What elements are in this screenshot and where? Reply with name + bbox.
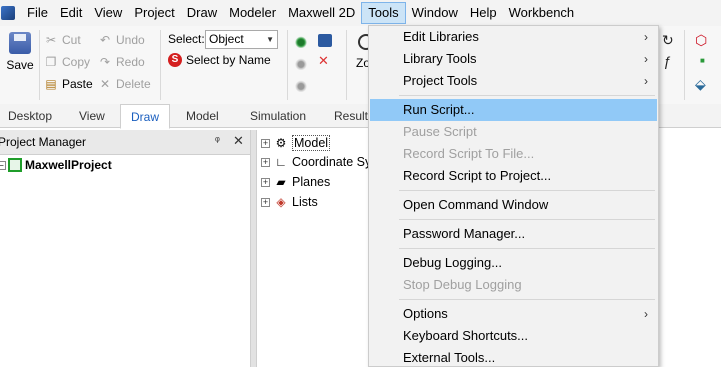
menu-separator [399,299,655,300]
tab-model[interactable]: Model [186,104,219,128]
select-mode-dropdown[interactable]: Object ▼ [205,30,278,49]
menu-tools[interactable]: Tools [361,2,406,24]
app-icon [1,6,15,20]
menu-help[interactable]: Help [464,2,503,24]
panel-title: Project Manager [0,135,87,149]
menu-window[interactable]: Window [406,2,464,24]
menu-separator [399,248,655,249]
project-tree-item[interactable]: − MaxwellProject [0,158,112,172]
menu-item-edit-libraries[interactable]: Edit Libraries › [370,26,657,48]
panel-splitter[interactable] [250,130,257,367]
menu-file[interactable]: File [21,2,54,24]
planes-icon: ▰ [276,175,286,189]
ribbon-separator [39,30,40,100]
function-icon[interactable]: ƒ [663,53,671,69]
lists-icon: ◈ [276,195,286,209]
menu-item-debug-logging[interactable]: Debug Logging... [370,252,657,274]
expand-icon[interactable]: + [261,138,270,148]
monitor-icon[interactable] [318,34,332,47]
close-icon[interactable]: ✕ [233,133,244,149]
menu-bar: File Edit View Project Draw Modeler Maxw… [0,0,721,26]
plane-icon[interactable]: ⬙ [695,76,706,93]
menu-item-library-tools[interactable]: Library Tools › [370,48,657,70]
menu-project[interactable]: Project [128,2,180,24]
tab-draw[interactable]: Draw [120,104,171,129]
undo-button[interactable]: ↶ Undo [98,30,145,50]
cut-button[interactable]: ✂ Cut [44,30,81,50]
chevron-down-icon: ▼ [266,35,274,44]
menu-workbench[interactable]: Workbench [503,2,581,24]
ribbon-separator [346,30,347,100]
clipboard-icon: ▤ [45,77,57,91]
expand-icon[interactable]: + [261,157,270,167]
axes-icon: ∟ [275,155,287,169]
box-icon[interactable]: ⬡ [695,32,707,49]
expand-icon[interactable]: + [261,177,270,187]
menu-item-password-manager[interactable]: Password Manager... [370,223,657,245]
menu-draw[interactable]: Draw [181,2,223,24]
tab-result[interactable]: Result [334,104,368,128]
delete-icon: ✕ [99,77,111,91]
menu-item-record-script-to-project[interactable]: Record Script to Project... [370,165,657,187]
menu-item-external-tools[interactable]: External Tools... [370,347,657,367]
ribbon-separator [287,30,288,100]
tree-item-lists[interactable]: + ◈ Lists [261,195,318,209]
copy-icon: ❐ [45,55,57,69]
menu-view[interactable]: View [88,2,128,24]
rotate-icon[interactable]: ↻ [662,32,674,49]
ribbon-separator [160,30,161,100]
paste-button[interactable]: ▤ Paste [44,74,92,94]
tools-menu-dropdown: Edit Libraries › Library Tools › Project T… [368,25,659,367]
model-icon: ⚙ [275,136,287,150]
undo-icon: ↶ [99,33,111,47]
copy-button[interactable]: ❐ Copy [44,52,90,72]
save-icon [9,32,31,54]
save-label: Save [6,58,34,72]
chevron-right-icon: › [644,30,648,44]
menu-item-run-script[interactable]: Run Script... [370,99,657,121]
menu-item-project-tools[interactable]: Project Tools › [370,70,657,92]
tree-item-planes[interactable]: + ▰ Planes [261,175,330,189]
scissors-icon: ✂ [45,33,57,47]
collapse-icon[interactable]: − [0,160,6,170]
menu-item-keyboard-shortcuts[interactable]: Keyboard Shortcuts... [370,325,657,347]
select-by-name-button[interactable]: S Select by Name [168,53,271,67]
menu-modeler[interactable]: Modeler [223,2,282,24]
menu-maxwell-2d[interactable]: Maxwell 2D [282,2,361,24]
redo-button[interactable]: ↷ Redo [98,52,145,72]
menu-item-open-command-window[interactable]: Open Command Window [370,194,657,216]
project-manager-panel: Project Manager ᵠ ✕ − MaxwellProject [0,130,250,367]
tab-desktop[interactable]: Desktop [8,104,52,128]
menu-item-options[interactable]: Options › [370,303,657,325]
chevron-right-icon: › [644,74,648,88]
project-icon [8,158,22,172]
menu-separator [399,95,655,96]
show-icon[interactable] [293,34,309,48]
menu-separator [399,219,655,220]
pin-icon[interactable]: ᵠ [215,135,220,147]
expand-icon[interactable]: + [261,197,270,207]
ribbon-separator [684,30,685,100]
show-all-icon[interactable] [293,78,309,92]
chevron-right-icon: › [644,52,648,66]
project-manager-title-bar: Project Manager ᵠ ✕ [0,130,250,155]
hide-all-icon[interactable]: ✕ [318,53,329,69]
delete-button[interactable]: ✕ Delete [98,74,151,94]
tree-item-model[interactable]: + ⚙ Model [261,135,331,151]
hide-icon[interactable] [293,56,309,70]
menu-item-stop-debug-logging[interactable]: Stop Debug Logging [370,274,657,296]
chevron-right-icon: › [644,307,648,321]
menu-separator [399,190,655,191]
select-by-name-icon: S [168,53,182,67]
redo-icon: ↷ [99,55,111,69]
tab-simulation[interactable]: Simulation [250,104,306,128]
menu-edit[interactable]: Edit [54,2,88,24]
menu-item-record-script-to-file[interactable]: Record Script To File... [370,143,657,165]
point-icon[interactable]: ■ [700,56,705,65]
tab-view[interactable]: View [79,104,105,128]
save-button[interactable]: Save [3,30,37,90]
select-label: Select: [168,32,205,46]
menu-item-pause-script[interactable]: Pause Script [370,121,657,143]
